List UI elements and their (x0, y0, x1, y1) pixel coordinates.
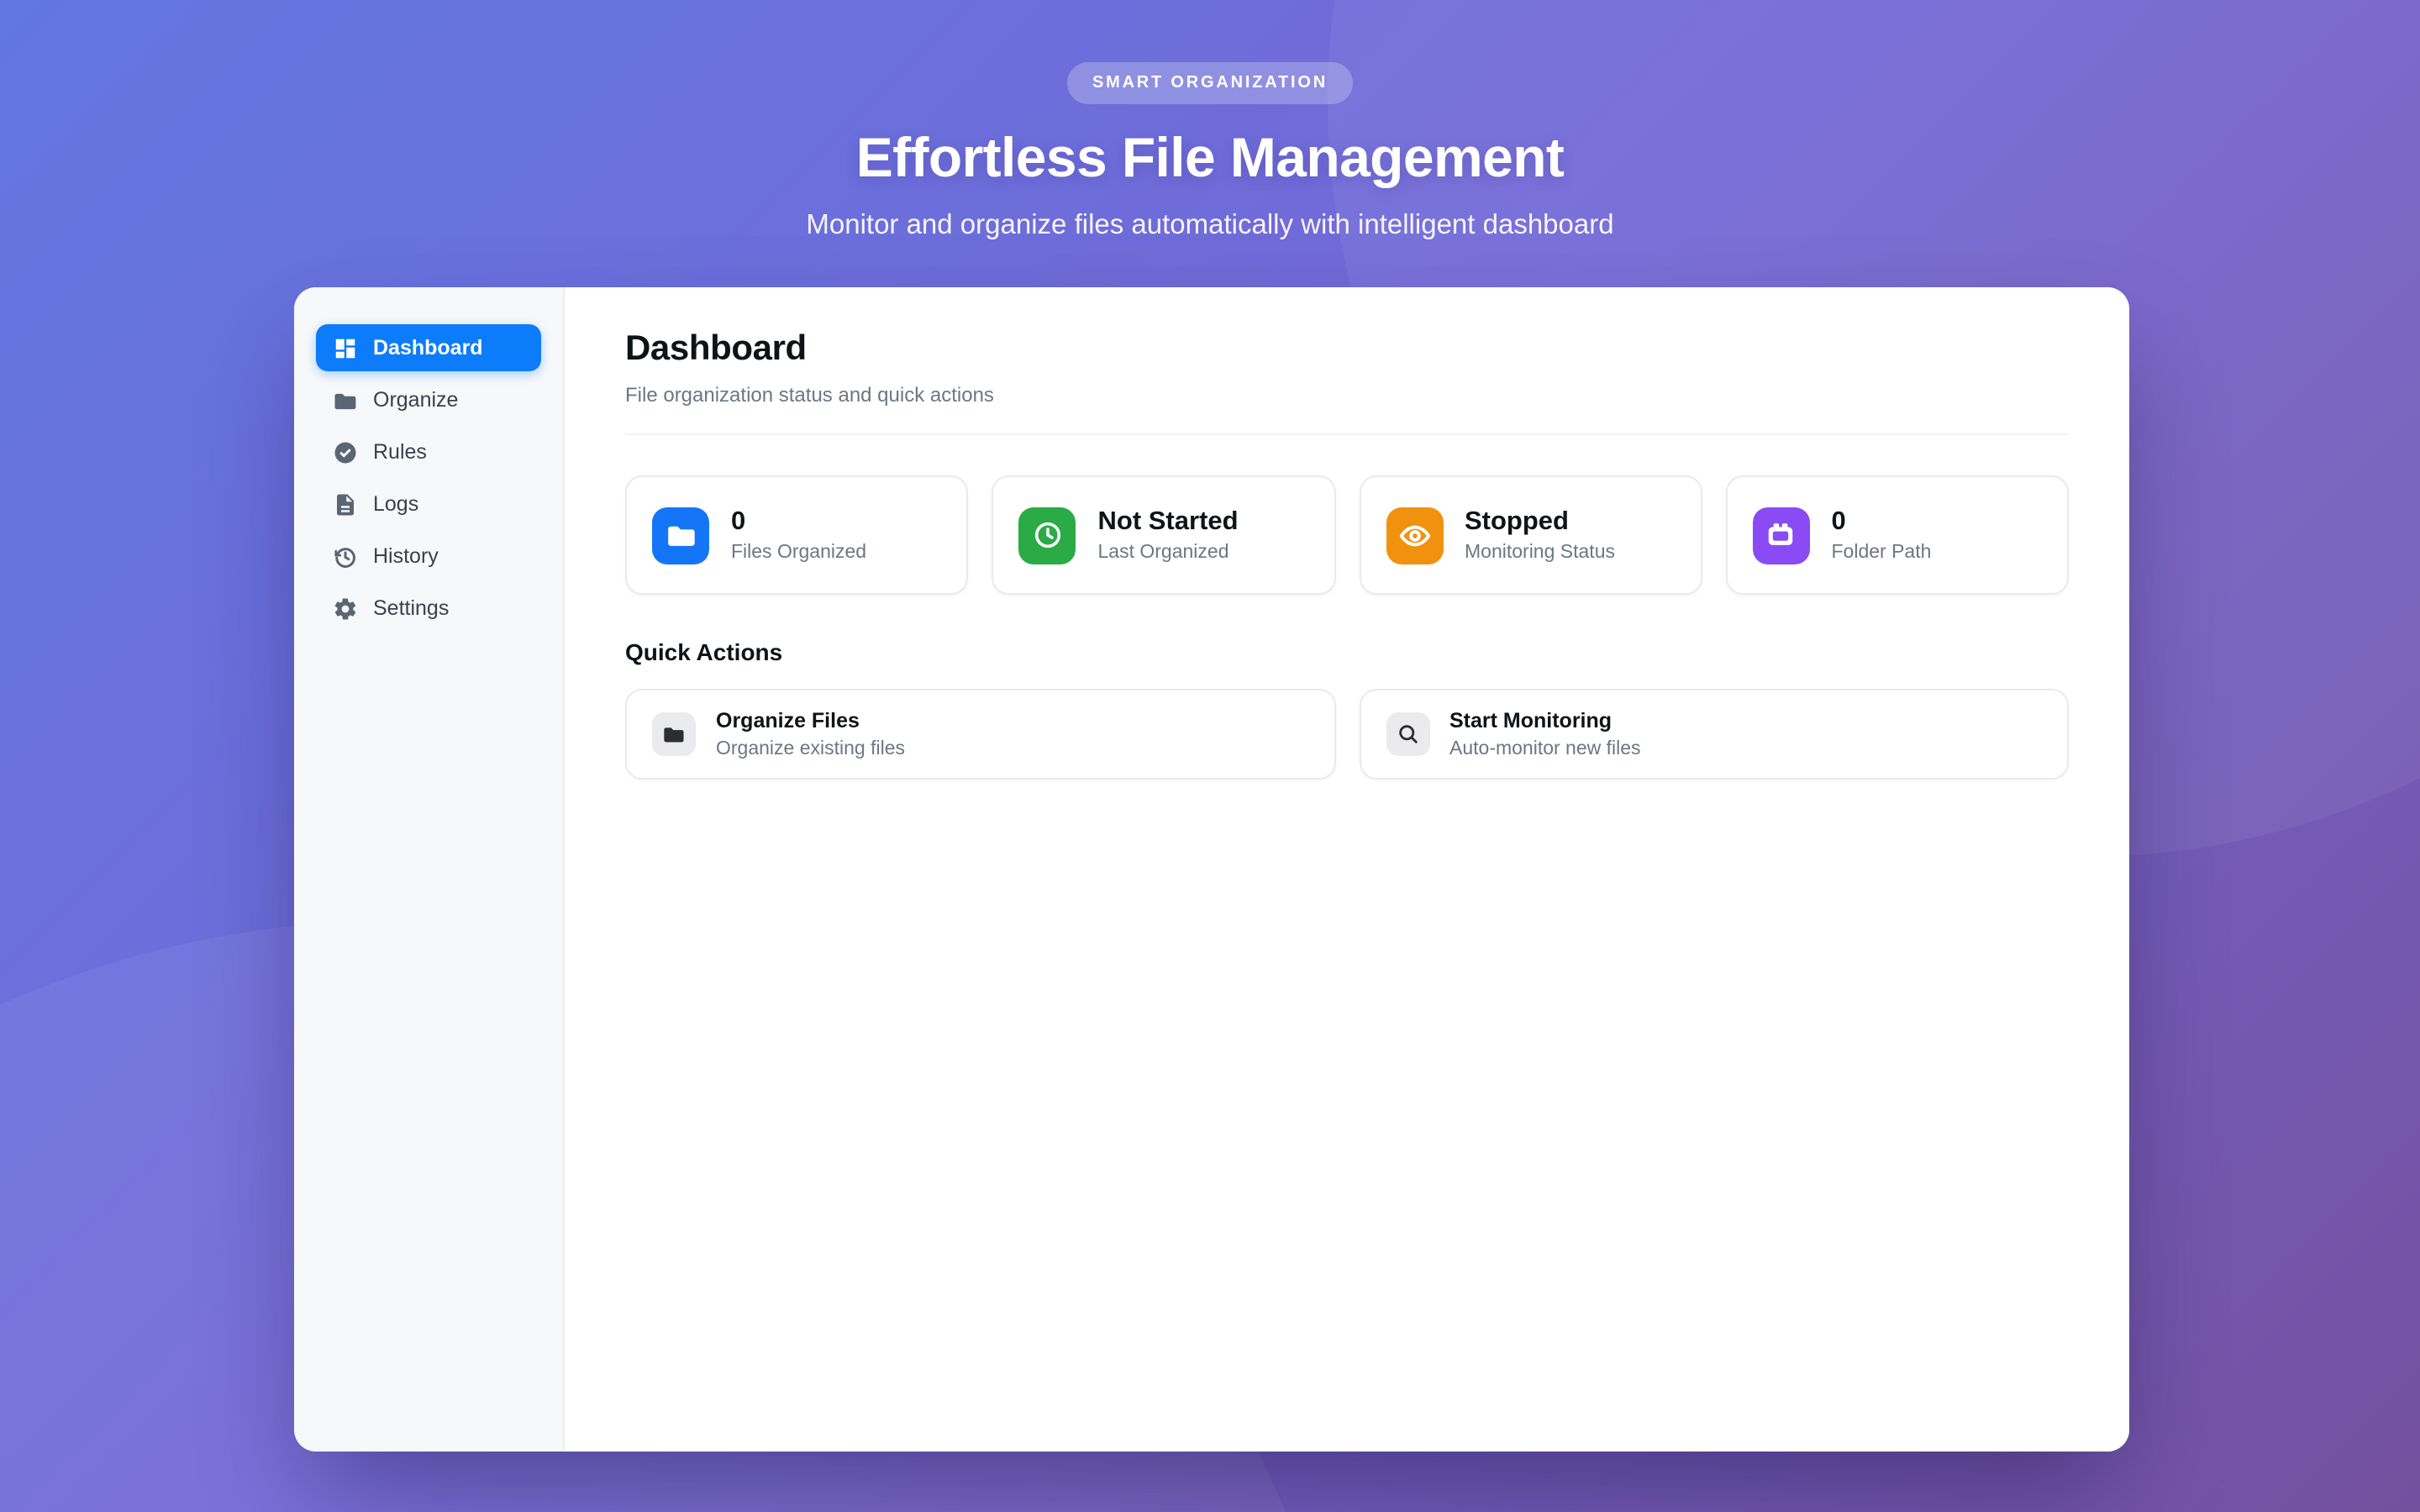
dashboard-subheading: File organization status and quick actio… (625, 383, 2069, 407)
quick-actions-row: Organize Files Organize existing files S… (625, 689, 2069, 780)
document-icon (333, 491, 358, 517)
stat-label: Last Organized (1098, 543, 1239, 564)
divider (625, 433, 2069, 435)
sidebar-item-label: Logs (373, 492, 418, 516)
stat-value: Not Started (1098, 507, 1239, 537)
desktop-background: SMART ORGANIZATION Effortless File Manag… (0, 0, 2420, 1512)
stat-card-files-organized: 0 Files Organized (625, 475, 969, 595)
check-circle-icon (333, 439, 358, 465)
stat-card-monitoring-status: Stopped Monitoring Status (1359, 475, 1702, 595)
sidebar: Dashboard Organize Rules Logs (294, 287, 565, 1452)
search-icon (1386, 712, 1429, 756)
sidebar-item-label: History (373, 544, 439, 568)
quick-action-title: Organize Files (716, 709, 905, 734)
page-title: Effortless File Management (0, 126, 2420, 190)
gear-icon (333, 596, 358, 621)
folder-icon (652, 712, 696, 756)
organize-files-button[interactable]: Organize Files Organize existing files (625, 689, 1335, 780)
stat-label: Files Organized (731, 543, 866, 564)
stat-card-folder-path: 0 Folder Path (1726, 475, 2070, 595)
hero-header: SMART ORGANIZATION Effortless File Manag… (0, 0, 2420, 242)
sidebar-item-logs[interactable]: Logs (316, 480, 541, 528)
quick-action-subtitle: Auto-monitor new files (1449, 739, 1641, 759)
sidebar-item-label: Dashboard (373, 336, 483, 360)
stat-value: 0 (1832, 507, 1932, 537)
dashboard-heading: Dashboard (625, 329, 2069, 370)
stat-label: Folder Path (1832, 543, 1932, 564)
stat-card-last-organized: Not Started Last Organized (992, 475, 1336, 595)
quick-action-subtitle: Organize existing files (716, 739, 905, 759)
quick-actions-heading: Quick Actions (625, 638, 2069, 665)
briefcase-icon (1753, 507, 1810, 564)
stat-value: 0 (731, 507, 866, 537)
start-monitoring-button[interactable]: Start Monitoring Auto-monitor new files (1359, 689, 2069, 780)
dashboard-grid-icon (333, 335, 358, 360)
stat-value: Stopped (1465, 507, 1615, 537)
main-content: Dashboard File organization status and q… (565, 287, 2129, 1452)
page-subtitle: Monitor and organize files automatically… (0, 210, 2420, 242)
stat-label: Monitoring Status (1465, 543, 1615, 564)
sidebar-item-label: Rules (373, 440, 427, 464)
eye-icon (1386, 507, 1443, 564)
sidebar-item-label: Settings (373, 596, 449, 620)
folder-icon (652, 507, 709, 564)
sidebar-item-settings[interactable]: Settings (316, 585, 541, 632)
sidebar-item-rules[interactable]: Rules (316, 428, 541, 475)
stats-row: 0 Files Organized Not Started Last Organ… (625, 475, 2069, 595)
sidebar-item-organize[interactable]: Organize (316, 376, 541, 423)
clock-icon (1019, 507, 1076, 564)
folder-icon (333, 387, 358, 412)
smart-organization-badge: SMART ORGANIZATION (1067, 62, 1353, 104)
sidebar-item-dashboard[interactable]: Dashboard (316, 324, 541, 371)
history-clock-icon (333, 543, 358, 569)
app-window: Dashboard Organize Rules Logs (294, 287, 2129, 1452)
sidebar-item-label: Organize (373, 388, 458, 412)
sidebar-item-history[interactable]: History (316, 533, 541, 580)
quick-action-title: Start Monitoring (1449, 709, 1641, 734)
